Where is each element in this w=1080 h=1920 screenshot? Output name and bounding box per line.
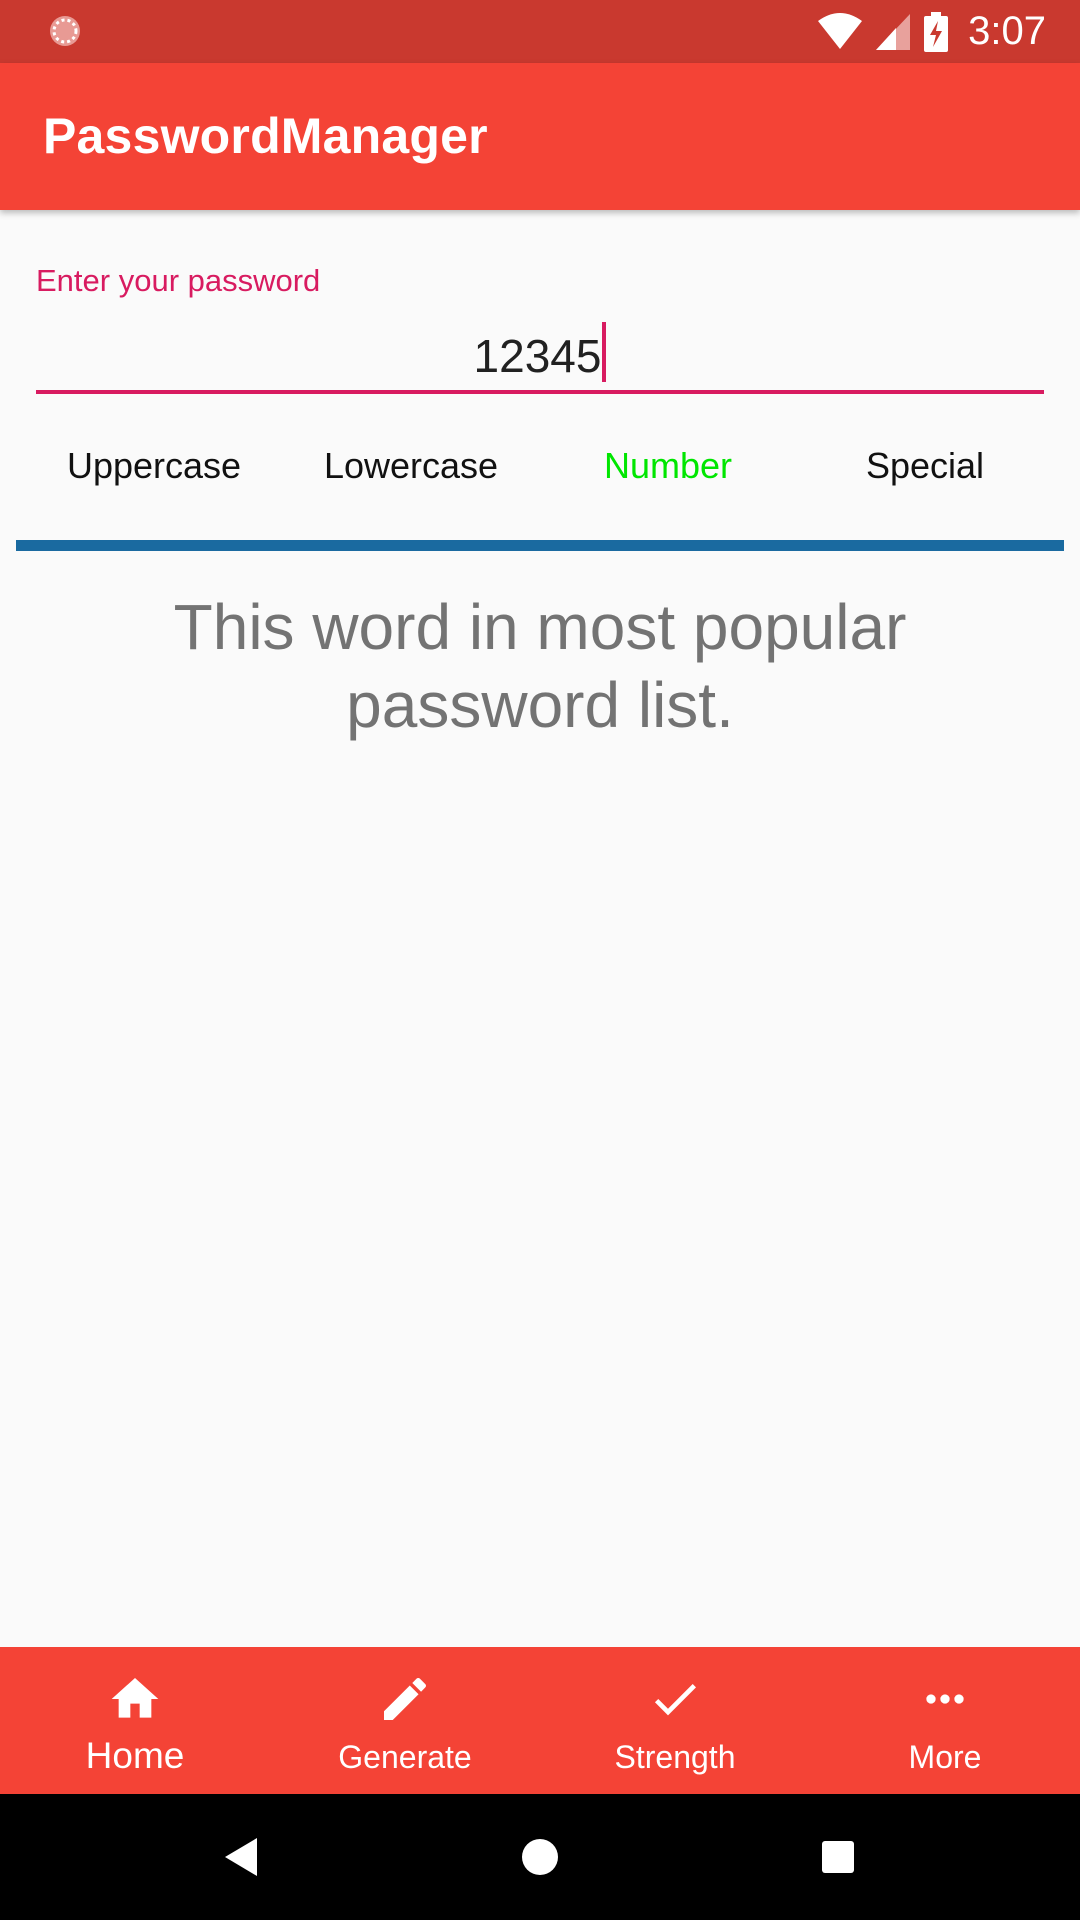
nav-generate-label: Generate <box>338 1739 472 1775</box>
password-value: 12345 <box>473 330 602 382</box>
home-circle-icon[interactable] <box>507 1824 573 1890</box>
strength-message: This word in most popular password list. <box>173 591 907 741</box>
status-icons: 3:07 <box>818 0 1046 63</box>
activity-indicator-icon <box>50 16 80 46</box>
home-icon <box>111 1678 159 1718</box>
pencil-icon <box>384 1677 427 1720</box>
check-icon <box>654 1684 696 1716</box>
nav-generate[interactable]: Generate <box>270 1647 540 1794</box>
strength-bar <box>16 540 1064 551</box>
password-input[interactable]: 12345 <box>36 322 1044 383</box>
nav-strength-label: Strength <box>614 1739 736 1775</box>
criteria-uppercase: Uppercase <box>66 445 242 486</box>
app-screen: 3:07 PasswordManager Enter your password… <box>0 0 1080 1920</box>
status-time: 3:07 <box>968 9 1046 53</box>
nav-strength[interactable]: Strength <box>540 1647 810 1794</box>
back-icon[interactable] <box>207 1824 273 1890</box>
criteria-row: Uppercase Lowercase Number Special <box>0 445 1080 505</box>
nav-more[interactable]: More <box>810 1647 1080 1794</box>
criteria-lowercase: Lowercase <box>323 445 499 486</box>
bottom-navigation: Home Generate Strength More <box>0 1647 1080 1794</box>
nav-more-label: More <box>908 1739 982 1775</box>
recents-icon[interactable] <box>805 1824 871 1890</box>
password-label: Enter your password <box>36 263 321 298</box>
system-navigation-bar <box>0 1794 1080 1920</box>
more-horizontal-icon <box>926 1694 964 1704</box>
password-field[interactable]: 12345 <box>36 310 1044 394</box>
text-caret <box>602 322 607 382</box>
app-title: PasswordManager <box>43 108 488 164</box>
nav-home[interactable]: Home <box>0 1647 270 1794</box>
app-bar: PasswordManager <box>0 63 1080 210</box>
criteria-special: Special <box>865 445 985 486</box>
status-bar: 3:07 <box>0 0 1080 63</box>
criteria-number: Number <box>603 445 733 486</box>
battery-charging-icon <box>924 11 949 52</box>
signal-icon <box>876 13 911 50</box>
wifi-icon <box>818 12 863 49</box>
nav-home-label: Home <box>85 1735 185 1776</box>
